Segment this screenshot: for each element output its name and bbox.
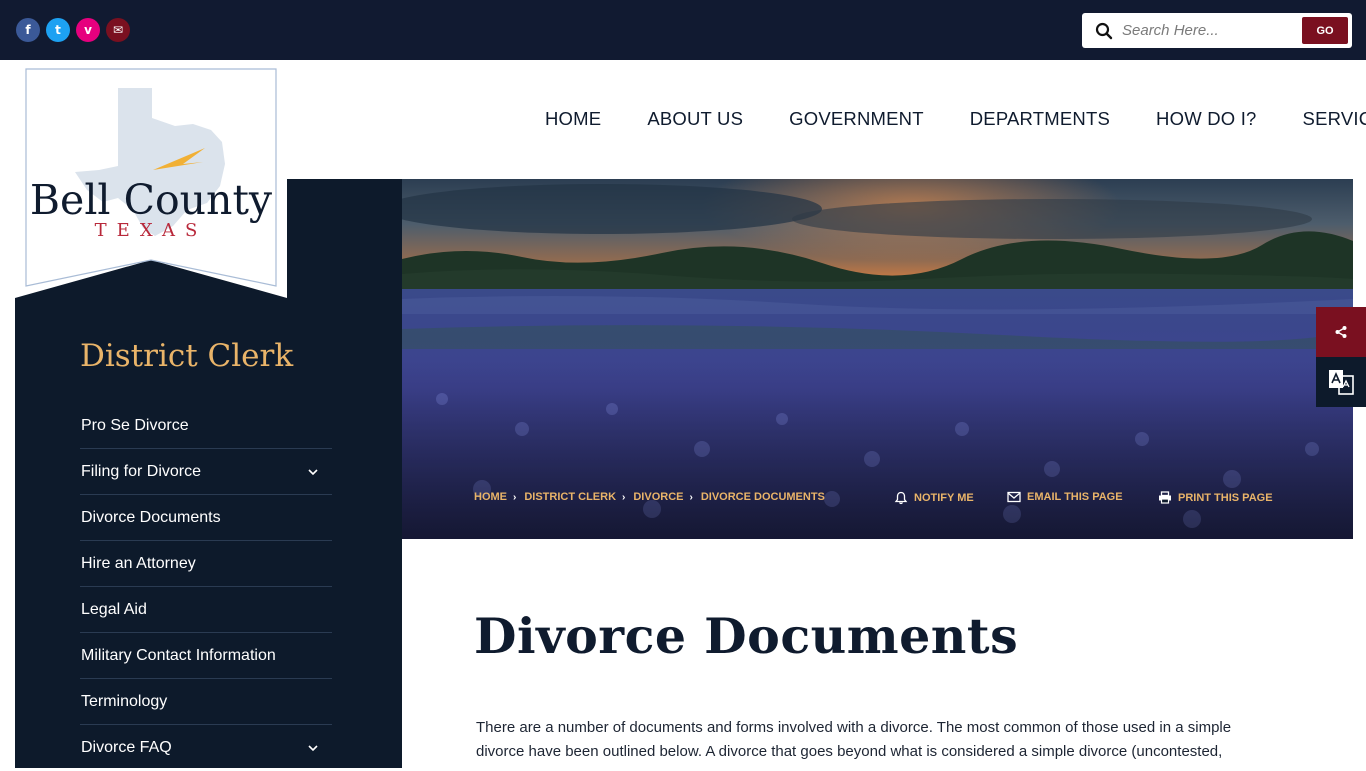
envelope-icon [1007,491,1021,503]
sidebar-item-divorce-faq[interactable]: Divorce FAQ [80,725,332,771]
nav-services[interactable]: SERVICES [1303,108,1366,130]
sidebar-item-hire-an-attorney[interactable]: Hire an Attorney [80,541,332,587]
sidebar-item-label: Terminology [81,692,168,710]
sidebar-item-label: Military Contact Information [81,646,276,664]
translate-button[interactable] [1316,357,1366,407]
email-page-label: EMAIL THIS PAGE [1027,491,1123,503]
nav-departments[interactable]: DEPARTMENTS [970,108,1110,130]
nav-about-us[interactable]: ABOUT US [647,108,743,130]
breadcrumb-separator: › [689,491,693,503]
logo-name: Bell County [30,176,273,224]
sidebar-item-label: Hire an Attorney [81,554,196,572]
bell-icon [894,491,908,505]
sidebar-item-label: Pro Se Divorce [81,416,189,434]
breadcrumb-separator: › [513,491,517,503]
page-title: Divorce Documents [474,607,1019,665]
breadcrumb-district-clerk[interactable]: DISTRICT CLERK [524,491,616,503]
sidebar-item-label: Divorce Documents [81,508,221,526]
email-page-link[interactable]: EMAIL THIS PAGE [1007,491,1123,503]
printer-icon [1159,491,1171,504]
nav-government[interactable]: GOVERNMENT [789,108,924,130]
breadcrumb: HOME › DISTRICT CLERK › DIVORCE › DIVORCE D… [474,491,825,503]
search-input[interactable] [1122,20,1302,41]
print-page-label: PRINT THIS PAGE [1178,491,1273,504]
sidebar-item-label: Divorce FAQ [81,739,172,756]
sidebar-menu: Pro Se Divorce Filing for Divorce Divorc… [80,403,332,771]
breadcrumb-home[interactable]: HOME [474,491,507,503]
share-button[interactable] [1316,307,1366,357]
site-logo[interactable]: Bell County TEXAS [15,60,287,298]
print-page-link[interactable]: PRINT THIS PAGE [1158,491,1273,504]
department-title: District Clerk [80,338,294,374]
breadcrumb-divorce[interactable]: DIVORCE [633,491,683,503]
sidebar-item-filing-for-divorce[interactable]: Filing for Divorce [80,449,332,495]
nav-home[interactable]: HOME [545,108,601,130]
breadcrumb-separator: › [622,491,626,503]
search-icon [1095,22,1113,40]
sidebar-item-label: Filing for Divorce [81,462,202,480]
breadcrumb-current: DIVORCE DOCUMENTS [700,491,825,503]
facebook-icon[interactable]: f [16,18,40,42]
social-links: f t v ✉ [16,18,130,42]
notify-me-label: NOTIFY ME [914,492,974,504]
notify-me-link[interactable]: NOTIFY ME [894,491,974,505]
search-go-button[interactable]: GO [1302,17,1348,44]
search-box: GO [1082,13,1352,48]
sidebar-item-legal-aid[interactable]: Legal Aid [80,587,332,633]
sidebar-item-military-contact[interactable]: Military Contact Information [80,633,332,679]
chevron-down-icon[interactable] [308,467,318,477]
hero-image [402,179,1353,539]
sidebar-item-divorce-documents[interactable]: Divorce Documents [80,495,332,541]
top-bar: f t v ✉ GO [0,0,1366,60]
nav-how-do-i[interactable]: HOW DO I? [1156,108,1256,130]
main-nav: HOME ABOUT US GOVERNMENT DEPARTMENTS HOW… [545,108,1366,130]
sidebar-item-label: Legal Aid [81,600,147,618]
chevron-down-icon[interactable] [308,743,318,753]
twitter-icon[interactable]: t [46,18,70,42]
logo-state: TEXAS [95,220,208,241]
sidebar-item-terminology[interactable]: Terminology [80,679,332,725]
vimeo-icon[interactable]: v [76,18,100,42]
translate-icon [1329,370,1354,395]
email-icon[interactable]: ✉ [106,18,130,42]
intro-paragraph: There are a number of documents and form… [476,719,1232,760]
sidebar-item-pro-se-divorce[interactable]: Pro Se Divorce [80,403,332,449]
share-icon [1335,326,1347,338]
